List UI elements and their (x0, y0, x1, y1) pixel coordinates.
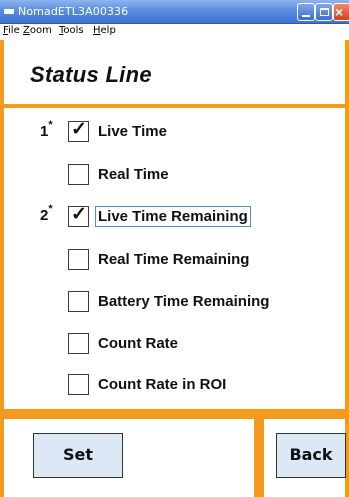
marker-2: 2* (40, 203, 53, 224)
count-rate-in-roi-checkbox[interactable]: ✓ (68, 374, 89, 395)
minimize-button[interactable] (297, 3, 315, 21)
minimize-icon (302, 15, 310, 17)
real-time-remaining-label: Real Time Remaining (98, 251, 250, 268)
live-time-checkbox[interactable]: ✓ (68, 119, 89, 142)
count-rate-checkbox[interactable]: ✓ (68, 333, 89, 354)
content-frame (0, 40, 349, 497)
checkmark-icon: ✓ (71, 119, 87, 140)
window-title: NomadETL3A00336 (18, 5, 129, 18)
title-bar[interactable]: NomadETL3A00336 × (0, 0, 349, 24)
close-icon: × (335, 4, 344, 20)
marker-1-asterisk: * (48, 119, 53, 131)
app-window: NomadETL3A00336 × File Zoom Tools Help S… (0, 0, 349, 497)
live-time-remaining-label: Live Time Remaining (95, 206, 251, 227)
live-time-label: Live Time (98, 123, 167, 140)
menu-bar: File Zoom Tools Help (0, 24, 349, 40)
header-divider (0, 104, 349, 108)
battery-time-remaining-checkbox[interactable]: ✓ (68, 291, 89, 312)
menu-zoom[interactable]: Zoom (23, 25, 52, 36)
real-time-remaining-checkbox[interactable]: ✓ (68, 249, 89, 270)
checkmark-icon: ✓ (71, 204, 87, 225)
battery-time-remaining-label: Battery Time Remaining (98, 293, 270, 310)
marker-2-asterisk: * (48, 203, 53, 215)
marker-1: 1* (40, 119, 53, 140)
count-rate-label: Count Rate (98, 335, 178, 352)
maximize-button[interactable] (315, 3, 333, 21)
menu-tools[interactable]: Tools (59, 25, 84, 36)
menu-help[interactable]: Help (93, 25, 116, 36)
back-button[interactable]: Back (276, 433, 346, 478)
menu-file[interactable]: File (3, 25, 20, 36)
live-time-remaining-checkbox[interactable]: ✓ (68, 204, 89, 227)
close-button[interactable]: × (333, 3, 349, 21)
footer-divider (0, 409, 349, 419)
real-time-label: Real Time (98, 166, 169, 183)
window-icon (4, 9, 14, 14)
maximize-icon (320, 8, 329, 16)
set-button[interactable]: Set (33, 433, 123, 478)
footer-separator (254, 419, 264, 497)
page-title: Status Line (30, 62, 152, 87)
real-time-checkbox[interactable]: ✓ (68, 164, 89, 185)
count-rate-in-roi-label: Count Rate in ROI (98, 376, 227, 393)
